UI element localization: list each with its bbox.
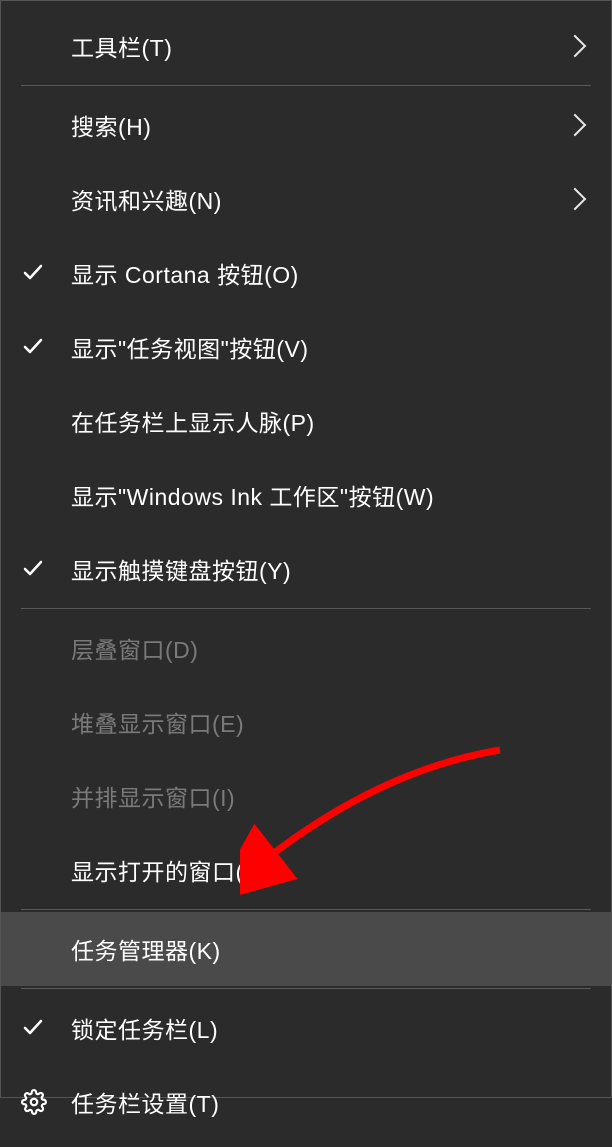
- menu-item-label: 在任务栏上显示人脉(P): [71, 404, 555, 438]
- menu-item-icon-slot: [21, 1015, 71, 1041]
- menu-item-icon-slot: [21, 260, 71, 286]
- menu-item[interactable]: 任务管理器(K): [1, 912, 611, 986]
- menu-item[interactable]: 显示打开的窗口(S): [1, 833, 611, 907]
- menu-separator: [21, 988, 591, 989]
- menu-item[interactable]: 显示 Cortana 按钮(O): [1, 236, 611, 310]
- menu-item-label: 显示 Cortana 按钮(O): [71, 256, 555, 290]
- menu-item[interactable]: 资讯和兴趣(N): [1, 162, 611, 236]
- menu-item-label: 堆叠显示窗口(E): [71, 705, 555, 739]
- chevron-right-icon: [571, 35, 585, 57]
- menu-item[interactable]: 搜索(H): [1, 88, 611, 162]
- menu-item-arrow-slot: [555, 188, 585, 210]
- menu-item[interactable]: 显示触摸键盘按钮(Y): [1, 532, 611, 606]
- menu-item-label: 工具栏(T): [71, 29, 555, 63]
- menu-item[interactable]: 显示"Windows Ink 工作区"按钮(W): [1, 458, 611, 532]
- menu-item-icon-slot: [21, 334, 71, 360]
- checkmark-icon: [21, 1015, 47, 1041]
- menu-item: 层叠窗口(D): [1, 611, 611, 685]
- menu-item-arrow-slot: [555, 114, 585, 136]
- menu-item-label: 显示触摸键盘按钮(Y): [71, 552, 555, 586]
- menu-separator: [21, 85, 591, 86]
- checkmark-icon: [21, 334, 47, 360]
- menu-item[interactable]: 在任务栏上显示人脉(P): [1, 384, 611, 458]
- checkmark-icon: [21, 260, 47, 286]
- checkmark-icon: [21, 556, 47, 582]
- menu-item-label: 层叠窗口(D): [71, 631, 555, 665]
- menu-separator: [21, 909, 591, 910]
- menu-item-label: 并排显示窗口(I): [71, 779, 555, 813]
- menu-item: 并排显示窗口(I): [1, 759, 611, 833]
- chevron-right-icon: [571, 188, 585, 210]
- menu-item[interactable]: 任务栏设置(T): [1, 1065, 611, 1139]
- menu-item-label: 资讯和兴趣(N): [71, 182, 555, 216]
- context-menu: 工具栏(T) 搜索(H) 资讯和兴趣(N) 显示 Cortana 按钮(O) 显示"任务…: [1, 1, 611, 1147]
- menu-item[interactable]: 工具栏(T): [1, 9, 611, 83]
- menu-item-label: 任务栏设置(T): [71, 1085, 555, 1119]
- menu-item-label: 搜索(H): [71, 108, 555, 142]
- menu-separator: [21, 608, 591, 609]
- menu-item-label: 锁定任务栏(L): [71, 1011, 555, 1045]
- menu-item-arrow-slot: [555, 35, 585, 57]
- menu-item: 堆叠显示窗口(E): [1, 685, 611, 759]
- menu-item-label: 显示"Windows Ink 工作区"按钮(W): [71, 478, 555, 512]
- chevron-right-icon: [571, 114, 585, 136]
- gear-icon: [21, 1089, 47, 1115]
- menu-item-label: 任务管理器(K): [71, 932, 555, 966]
- menu-item-label: 显示"任务视图"按钮(V): [71, 330, 555, 364]
- menu-item-label: 显示打开的窗口(S): [71, 853, 555, 887]
- menu-item-icon-slot: [21, 1089, 71, 1115]
- menu-item-icon-slot: [21, 556, 71, 582]
- menu-item[interactable]: 显示"任务视图"按钮(V): [1, 310, 611, 384]
- menu-item[interactable]: 锁定任务栏(L): [1, 991, 611, 1065]
